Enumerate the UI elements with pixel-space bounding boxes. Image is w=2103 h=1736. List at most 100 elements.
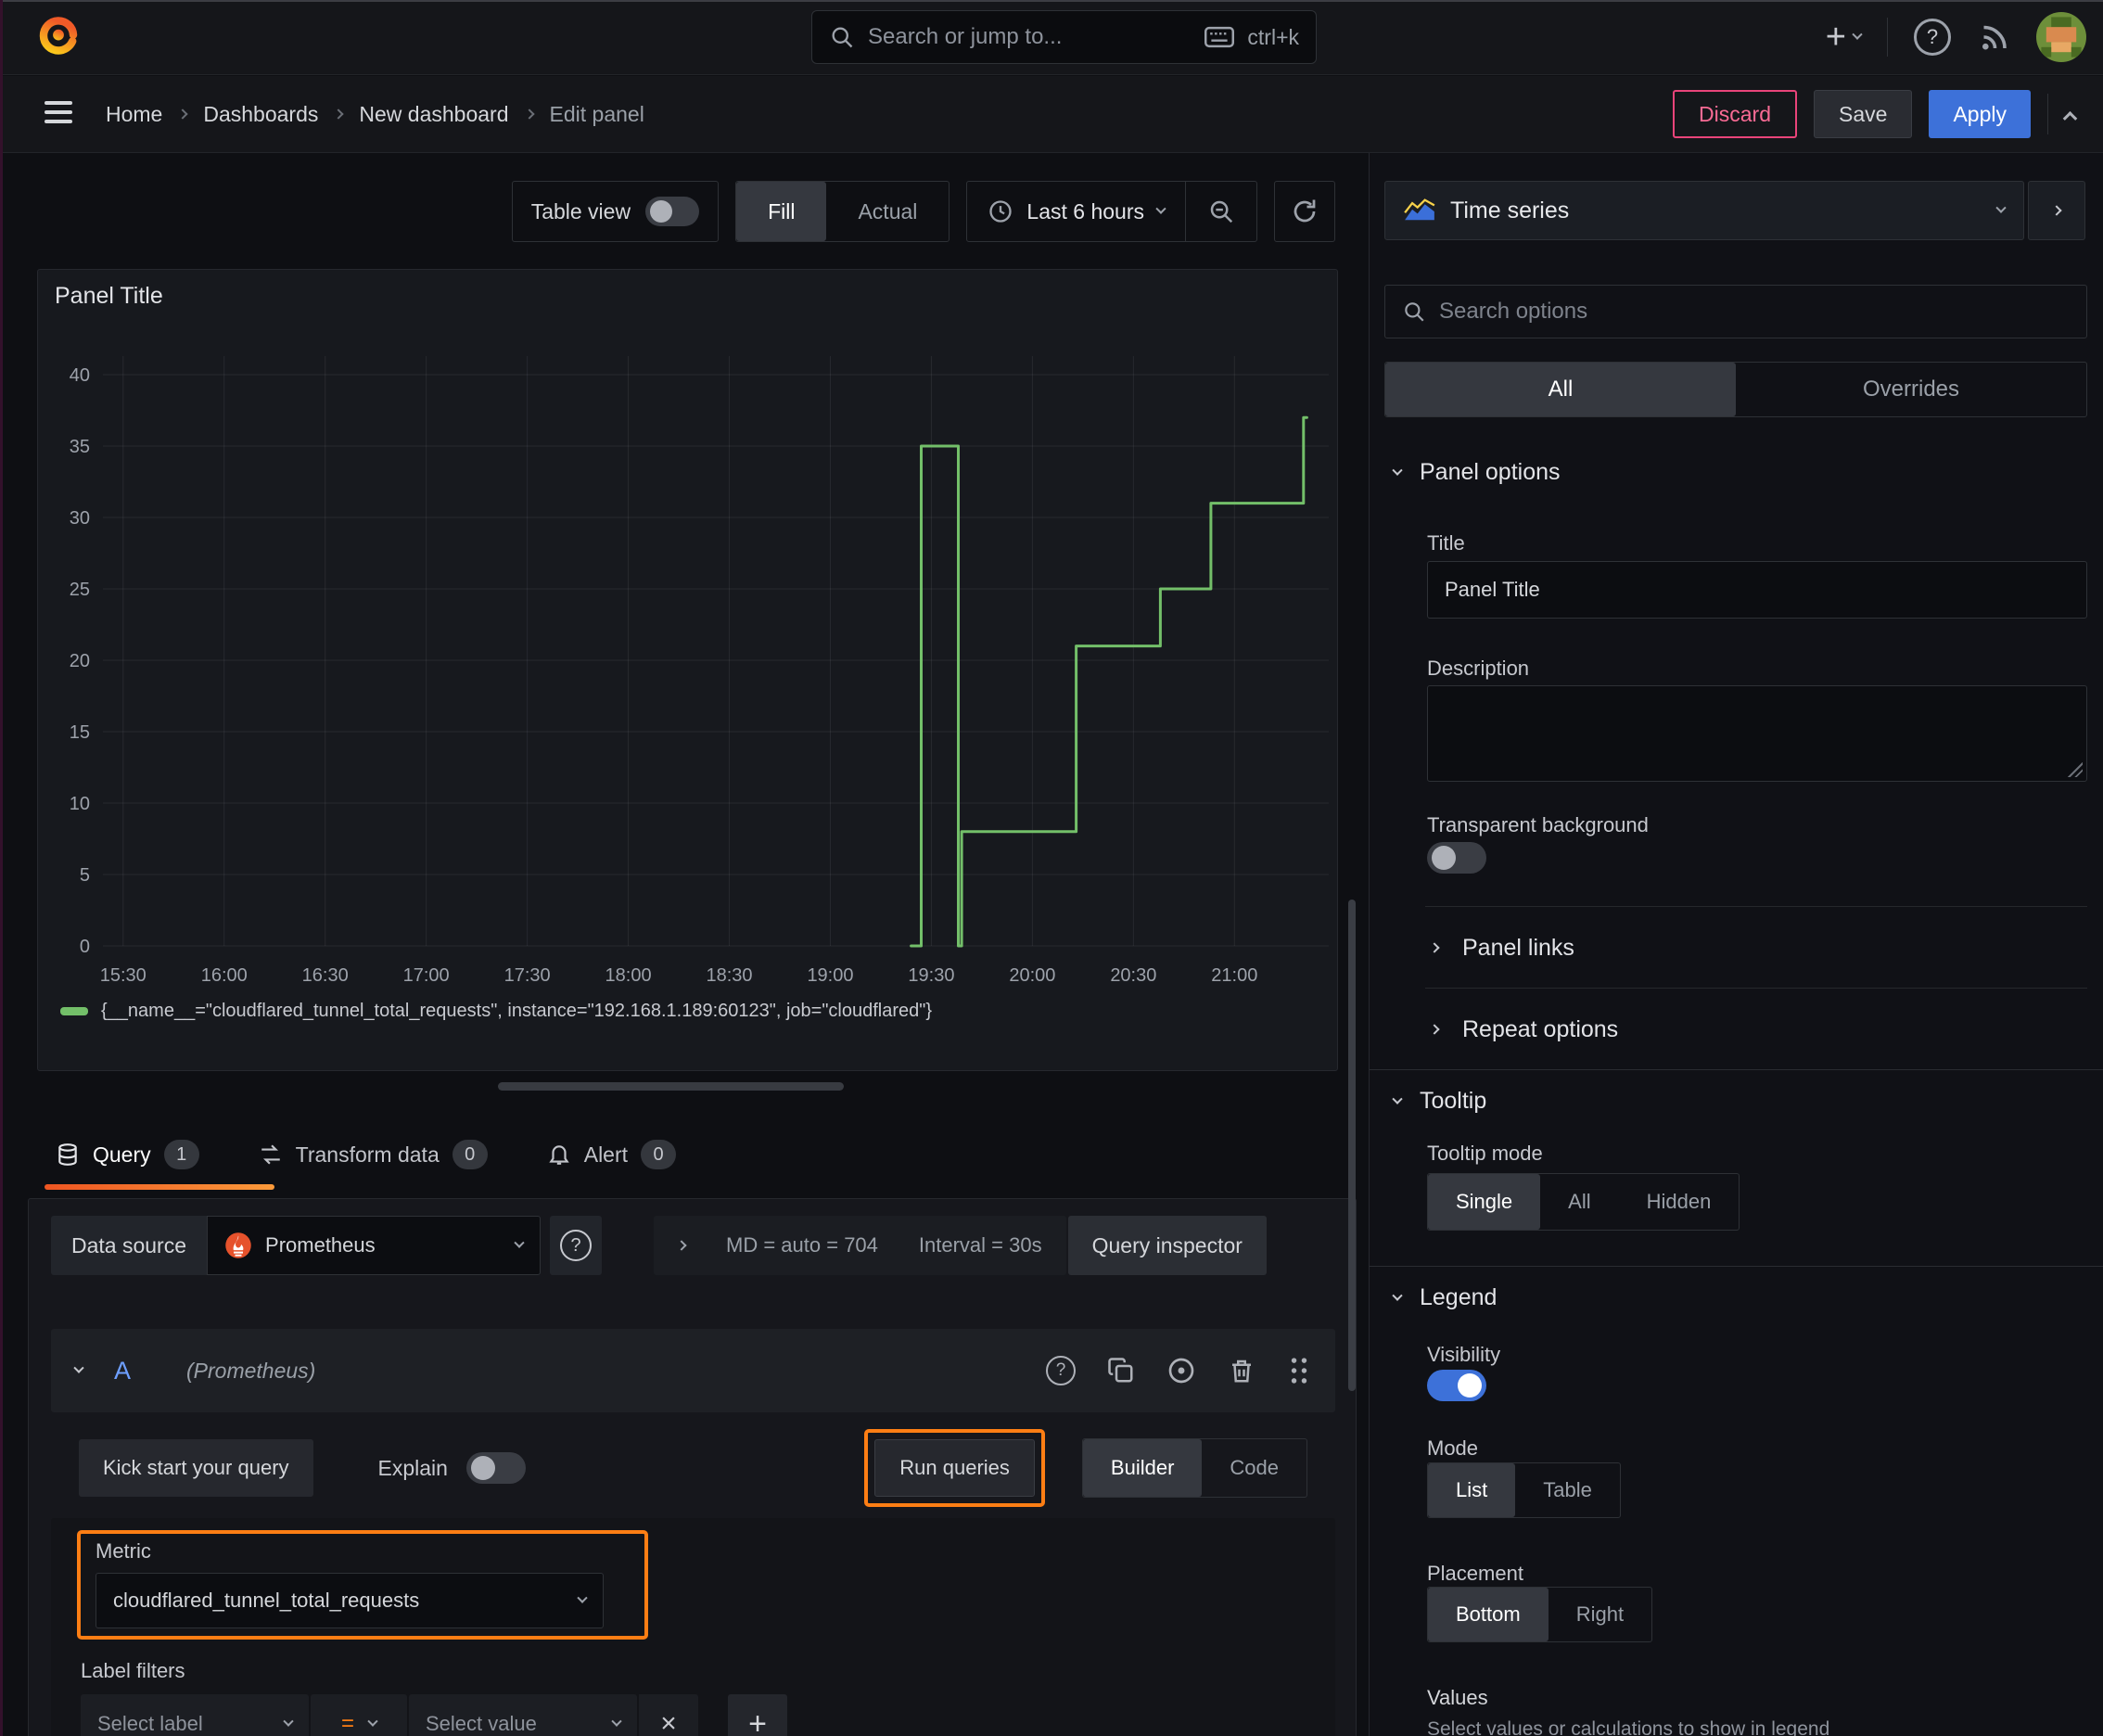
- filter-all-option[interactable]: All: [1385, 363, 1736, 416]
- explain-toggle[interactable]: [465, 1452, 526, 1484]
- panel-options-header[interactable]: Panel options: [1392, 459, 1561, 486]
- panel-title-input[interactable]: Panel Title: [1427, 561, 2087, 619]
- options-search-input[interactable]: Search options: [1384, 285, 2087, 338]
- tooltip-hidden-option[interactable]: Hidden: [1619, 1174, 1740, 1230]
- actual-option[interactable]: Actual: [826, 182, 949, 241]
- duplicate-icon[interactable]: [1107, 1357, 1135, 1385]
- transparent-bg-label: Transparent background: [1427, 813, 1649, 836]
- metric-select[interactable]: cloudflared_tunnel_total_requests: [96, 1573, 604, 1628]
- breadcrumb-separator-icon: [333, 108, 345, 120]
- breadcrumb-dashboards[interactable]: Dashboards: [203, 102, 318, 127]
- save-button[interactable]: Save: [1814, 90, 1913, 138]
- chart-panel-title[interactable]: Panel Title: [55, 283, 163, 310]
- mode-list-option[interactable]: List: [1428, 1463, 1516, 1517]
- tab-alert[interactable]: Alert 0: [547, 1140, 677, 1169]
- user-avatar[interactable]: [2036, 12, 2086, 62]
- menu-toggle-button[interactable]: [45, 100, 72, 129]
- builder-option[interactable]: Builder: [1082, 1439, 1203, 1497]
- datasource-picker[interactable]: Prometheus: [207, 1216, 542, 1275]
- query-help-icon[interactable]: ?: [1046, 1356, 1076, 1385]
- tab-transform[interactable]: Transform data 0: [259, 1140, 488, 1169]
- transparent-bg-toggle[interactable]: [1427, 842, 1486, 874]
- breadcrumb-bar: Home Dashboards New dashboard Edit panel…: [0, 76, 2103, 153]
- help-button[interactable]: ?: [1914, 19, 1951, 56]
- chevron-down-icon: [577, 1592, 588, 1603]
- grafana-logo-icon[interactable]: [33, 13, 83, 63]
- svg-text:16:30: 16:30: [302, 965, 349, 986]
- repeat-options-title: Repeat options: [1462, 1015, 1619, 1042]
- time-controls: Last 6 hours: [966, 181, 1257, 242]
- collapse-query-icon[interactable]: [73, 1362, 84, 1373]
- legend-header[interactable]: Legend: [1392, 1284, 1497, 1311]
- legend-swatch: [60, 1007, 88, 1015]
- tooltip-all-option[interactable]: All: [1540, 1174, 1618, 1230]
- mode-table-option[interactable]: Table: [1515, 1463, 1620, 1517]
- repeat-options-section[interactable]: Repeat options: [1429, 1006, 1619, 1053]
- legend-visibility-toggle[interactable]: [1427, 1370, 1486, 1401]
- query-inspector-label: Query inspector: [1091, 1232, 1243, 1257]
- viz-picker[interactable]: Time series: [1384, 181, 2024, 240]
- svg-text:20:30: 20:30: [1110, 965, 1156, 986]
- operator-dropdown[interactable]: =: [311, 1694, 407, 1736]
- collapse-pane-button[interactable]: [2062, 110, 2078, 126]
- query-options-summary[interactable]: MD = auto = 704 Interval = 30s: [654, 1216, 1066, 1275]
- table-view-toggle[interactable]: [645, 197, 700, 226]
- fill-option[interactable]: Fill: [736, 182, 827, 241]
- svg-text:20:00: 20:00: [1009, 965, 1055, 986]
- actual-label: Actual: [858, 198, 918, 223]
- global-search-input[interactable]: Search or jump to... ctrl+k: [811, 10, 1317, 64]
- query-builder-body: Metric cloudflared_tunnel_total_requests…: [51, 1518, 1335, 1736]
- visibility-label: Visibility: [1427, 1343, 1501, 1366]
- resize-handle-icon[interactable]: [2068, 762, 2083, 777]
- add-filter-button[interactable]: +: [728, 1694, 787, 1736]
- run-queries-label: Run queries: [899, 1456, 1010, 1479]
- select-label-dropdown[interactable]: Select label: [81, 1694, 309, 1736]
- drag-handle-icon[interactable]: [1287, 1357, 1311, 1385]
- trash-icon[interactable]: [1228, 1357, 1255, 1385]
- select-value-dropdown[interactable]: Select value: [409, 1694, 637, 1736]
- placement-right-option[interactable]: Right: [1549, 1588, 1651, 1641]
- query-inspector-button[interactable]: Query inspector: [1067, 1216, 1267, 1275]
- panel-toolbar: Table view Fill Actual Last 6 hours: [511, 181, 1335, 242]
- title-field-label: Title: [1427, 531, 1465, 555]
- tooltip-mode-label: Tooltip mode: [1427, 1142, 1543, 1165]
- viz-picker-row: Time series: [1384, 181, 2085, 240]
- chart-legend[interactable]: {__name__="cloudflared_tunnel_total_requ…: [60, 1001, 932, 1022]
- datasource-help-button[interactable]: ?: [550, 1216, 603, 1275]
- run-queries-button[interactable]: Run queries: [874, 1439, 1035, 1497]
- legend-mode-segmented: List Table: [1427, 1462, 1621, 1518]
- bell-icon: [549, 1145, 569, 1165]
- apply-button[interactable]: Apply: [1929, 90, 2031, 138]
- time-range-picker[interactable]: Last 6 hours: [967, 182, 1185, 241]
- viz-suggestions-button[interactable]: [2028, 181, 2085, 240]
- tab-query[interactable]: Query 1: [56, 1140, 199, 1169]
- tooltip-title: Tooltip: [1420, 1088, 1487, 1114]
- pane-resize-handle[interactable]: [498, 1082, 844, 1091]
- code-option[interactable]: Code: [1202, 1439, 1306, 1497]
- kick-start-button[interactable]: Kick start your query: [79, 1439, 313, 1497]
- query-row-header[interactable]: A (Prometheus) ?: [51, 1329, 1335, 1412]
- placement-bottom-option[interactable]: Bottom: [1428, 1588, 1549, 1641]
- discard-button[interactable]: Discard: [1673, 90, 1798, 138]
- tooltip-single-option[interactable]: Single: [1428, 1174, 1541, 1230]
- metric-value: cloudflared_tunnel_total_requests: [113, 1589, 420, 1612]
- breadcrumb: Home Dashboards New dashboard Edit panel: [106, 76, 644, 152]
- zoom-out-button[interactable]: [1186, 182, 1256, 241]
- close-icon: ×: [660, 1708, 677, 1736]
- description-textarea[interactable]: [1427, 685, 2087, 782]
- svg-text:5: 5: [80, 865, 90, 886]
- new-menu-button[interactable]: +: [1826, 19, 1863, 55]
- filter-overrides-option[interactable]: Overrides: [1736, 363, 2086, 416]
- transform-icon: [261, 1144, 280, 1165]
- eye-icon[interactable]: [1166, 1356, 1196, 1385]
- tab-alert-badge: 0: [641, 1140, 677, 1169]
- breadcrumb-new-dashboard[interactable]: New dashboard: [359, 102, 508, 127]
- breadcrumb-home[interactable]: Home: [106, 102, 162, 127]
- remove-filter-button[interactable]: ×: [639, 1694, 698, 1736]
- panel-links-section[interactable]: Panel links: [1429, 925, 1574, 971]
- tooltip-header[interactable]: Tooltip: [1392, 1088, 1487, 1115]
- refresh-button[interactable]: [1274, 181, 1335, 242]
- news-rss-icon[interactable]: [1977, 20, 2010, 54]
- vertical-scrollbar[interactable]: [1348, 900, 1356, 1391]
- svg-text:21:00: 21:00: [1211, 965, 1257, 986]
